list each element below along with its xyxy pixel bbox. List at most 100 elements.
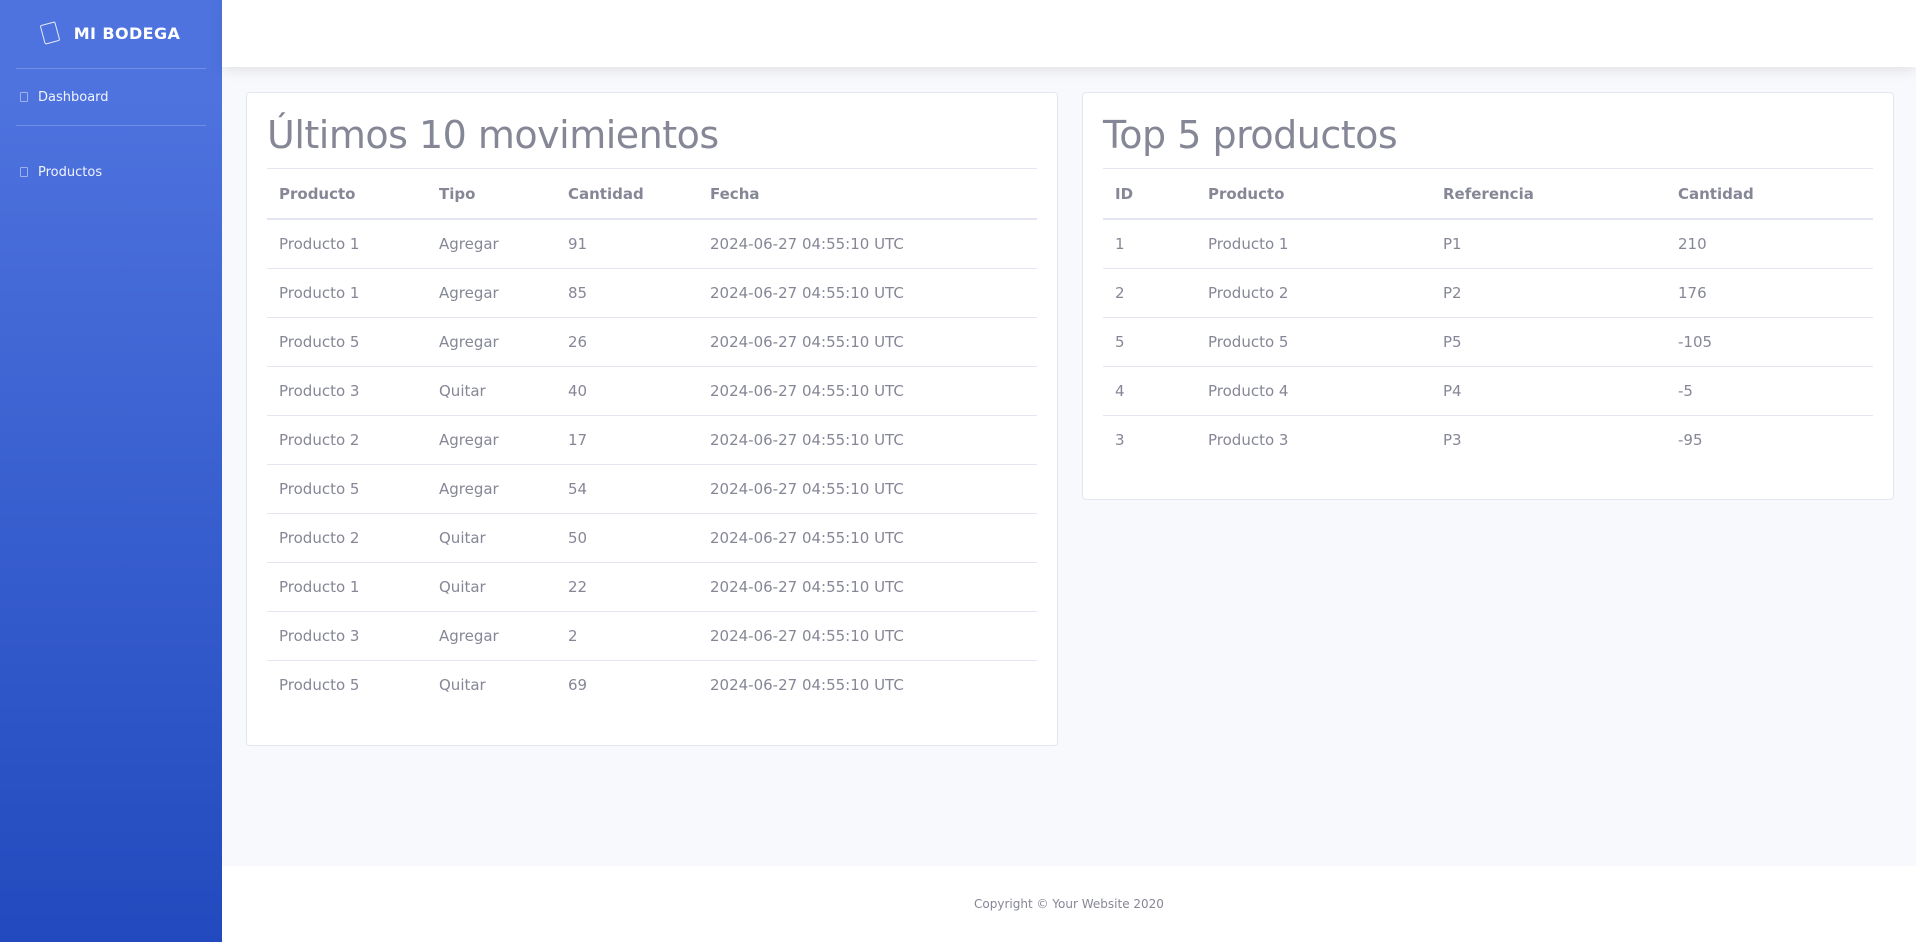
table-cell: 2024-06-27 04:55:10 UTC (698, 316, 1037, 366)
table-cell: -105 (1666, 316, 1873, 366)
sidebar-item-label: Dashboard (38, 89, 109, 105)
table-cell: 17 (556, 414, 698, 464)
movements-card: Últimos 10 movimientos Producto Tipo Can… (246, 92, 1058, 746)
table-cell: Producto 2 (1196, 267, 1431, 317)
table-cell: -95 (1666, 414, 1873, 464)
table-row: Producto 1 Agregar 85 2024-06-27 04:55:10 U… (267, 267, 1037, 317)
sidebar-divider (16, 68, 206, 69)
table-cell: 69 (556, 659, 698, 709)
table-row: Producto 2 Agregar 17 2024-06-27 04:55:10 U… (267, 414, 1037, 464)
table-cell: 54 (556, 463, 698, 513)
table-cell: 2024-06-27 04:55:10 UTC (698, 659, 1037, 709)
column-header: Producto (1196, 169, 1431, 220)
table-cell: P3 (1431, 414, 1666, 464)
table-cell: 2 (556, 610, 698, 660)
table-cell: Quitar (427, 659, 556, 709)
table-row: 4 Producto 4 P4 -5 (1103, 365, 1873, 415)
table-cell: Producto 4 (1196, 365, 1431, 415)
table-row: 3 Producto 3 P3 -95 (1103, 414, 1873, 464)
table-cell: Producto 2 (267, 414, 427, 464)
sidebar-divider (16, 125, 206, 126)
table-row: Producto 2 Quitar 50 2024-06-27 04:55:10 UT… (267, 512, 1037, 562)
sidebar-brand[interactable]: MI BODEGA (0, 0, 222, 66)
table-cell: Producto 1 (267, 267, 427, 317)
footer: Copyright © Your Website 2020 (222, 866, 1916, 942)
table-cell: P2 (1431, 267, 1666, 317)
table-cell: Producto 1 (279, 234, 360, 253)
table-cell: Producto 2 (267, 512, 427, 562)
table-row: Producto 3 Agregar 2 2024-06-27 04:55:10 UT… (267, 610, 1037, 660)
table-cell: Producto 3 (1196, 414, 1431, 464)
table-cell: Producto 5 (1196, 316, 1431, 366)
table-row: Producto 5 Quitar 69 2024-06-27 04:55:10 UT… (267, 659, 1037, 709)
topbar (222, 0, 1916, 67)
column-header: Tipo (427, 169, 556, 220)
table-cell: Producto 5 (267, 463, 427, 513)
movements-table: Producto Tipo Cantidad Fecha Producto 1A… (267, 169, 1037, 709)
table-row: Producto 1 Quitar 22 2024-06-27 04:55:10 UT… (267, 561, 1037, 611)
table-cell: Agregar (427, 267, 556, 317)
table-cell: 2024-06-27 04:55:10 UTC (698, 365, 1037, 415)
table-cell: Producto 5 (267, 316, 427, 366)
table-row: Producto 5 Agregar 26 2024-06-27 04:55:10 U… (267, 316, 1037, 366)
table-row: Producto 5 Agregar 54 2024-06-27 04:55:10 U… (267, 463, 1037, 513)
table-row: Producto 3 Quitar 40 2024-06-27 04:55:10 UT… (267, 365, 1037, 415)
table-header-row: ID Producto Referencia Cantidad (1103, 169, 1873, 220)
table-cell: 176 (1666, 267, 1873, 317)
table-row: Producto 1 Agregar 91 2024-06-27 04:55:10 U… (267, 219, 1037, 268)
table-cell: 2024-06-27 04:55:10 UTC (698, 414, 1037, 464)
table-cell: 2024-06-27 04:55:10 UTC (698, 267, 1037, 317)
sidebar: MI BODEGA Dashboard Productos (0, 0, 222, 942)
table-cell: 40 (556, 365, 698, 415)
dashboard-icon (20, 92, 28, 102)
column-header: Referencia (1431, 169, 1666, 220)
table-cell: 22 (556, 561, 698, 611)
table-cell: Quitar (427, 365, 556, 415)
table-row: 5 Producto 5 P5 -105 (1103, 316, 1873, 366)
table-cell: 2024-06-27 04:55:10 UTC (698, 610, 1037, 660)
table-cell: Agregar (427, 463, 556, 513)
table-row: 1 Producto 1 P1 210 (1103, 219, 1873, 268)
table-cell: 91 (568, 234, 588, 253)
brand-name: MI BODEGA (73, 23, 181, 43)
products-icon (20, 167, 28, 177)
table-cell: Quitar (427, 512, 556, 562)
table-cell: P1 (1443, 234, 1462, 253)
sidebar-item-dashboard[interactable]: Dashboard (0, 71, 222, 123)
table-header-row: Producto Tipo Cantidad Fecha (267, 169, 1037, 220)
table-cell: P4 (1431, 365, 1666, 415)
table-cell: 2024-06-27 04:55:10 UTC (698, 512, 1037, 562)
table-cell: 3 (1103, 414, 1196, 464)
column-header: Fecha (698, 169, 1037, 220)
table-cell: 2024-06-27 04:55:10 UTC (698, 561, 1037, 611)
top-products-card: Top 5 productos ID Producto Referencia C… (1082, 92, 1894, 500)
table-cell: Agregar (427, 610, 556, 660)
table-cell: 4 (1103, 365, 1196, 415)
table-cell: 85 (556, 267, 698, 317)
table-cell: Agregar (439, 234, 499, 253)
column-header: Producto (267, 169, 427, 220)
top-products-table: ID Producto Referencia Cantidad 1 Product… (1103, 169, 1873, 464)
table-cell: Producto 3 (267, 365, 427, 415)
table-cell: Producto 1 (1208, 234, 1289, 253)
table-cell: Producto 3 (267, 610, 427, 660)
table-cell: 2024-06-27 04:55:10 UTC (698, 463, 1037, 513)
sidebar-item-productos[interactable]: Productos (0, 144, 222, 200)
table-cell: Agregar (427, 414, 556, 464)
table-row: 2 Producto 2 P2 176 (1103, 267, 1873, 317)
table-cell: Producto 1 (267, 561, 427, 611)
table-cell: 5 (1103, 316, 1196, 366)
table-cell: 1 (1115, 234, 1125, 253)
brand-logo-icon (39, 21, 61, 45)
table-cell: -5 (1666, 365, 1873, 415)
table-cell: 50 (556, 512, 698, 562)
column-header: Cantidad (1666, 169, 1873, 220)
movements-title: Últimos 10 movimientos (267, 113, 1037, 169)
table-cell: Quitar (427, 561, 556, 611)
table-cell: Agregar (427, 316, 556, 366)
copyright-text: Copyright © Your Website 2020 (974, 897, 1164, 911)
table-cell: 2024-06-27 04:55:10 UTC (710, 234, 904, 253)
table-cell: 26 (556, 316, 698, 366)
table-cell: 210 (1678, 234, 1707, 253)
table-cell: P5 (1431, 316, 1666, 366)
